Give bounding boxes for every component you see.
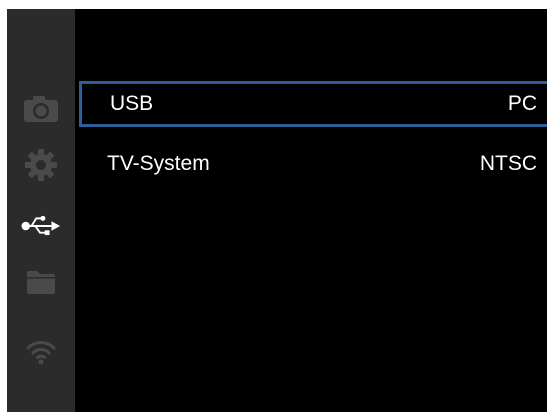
- tv-system-setting-row[interactable]: TV-System NTSC: [79, 141, 547, 187]
- camera-settings-screen: USB PC TV-System NTSC: [7, 9, 547, 412]
- gear-icon[interactable]: [21, 145, 61, 185]
- folder-icon[interactable]: [21, 262, 61, 302]
- wifi-icon[interactable]: [21, 332, 61, 372]
- usb-setting-label: USB: [110, 92, 154, 115]
- usb-setting-value: PC: [507, 92, 537, 115]
- settings-menu: USB PC TV-System NTSC: [75, 9, 547, 412]
- tv-system-setting-label: TV-System: [107, 152, 210, 175]
- usb-icon[interactable]: [21, 206, 61, 246]
- camera-icon[interactable]: [21, 89, 61, 129]
- tv-system-setting-value: NTSC: [479, 152, 537, 175]
- usb-setting-row[interactable]: USB PC: [79, 81, 547, 127]
- menu-category-sidebar: [7, 9, 75, 412]
